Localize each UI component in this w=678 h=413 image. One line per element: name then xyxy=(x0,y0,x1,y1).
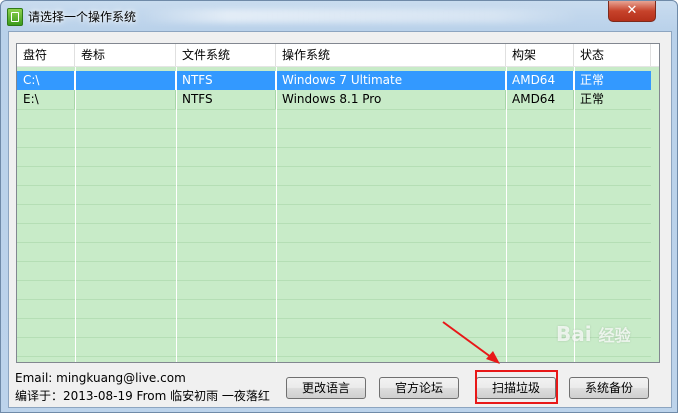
annotation-arrow-icon xyxy=(442,321,500,364)
watermark-logo: Bai 经验 xyxy=(556,322,631,346)
